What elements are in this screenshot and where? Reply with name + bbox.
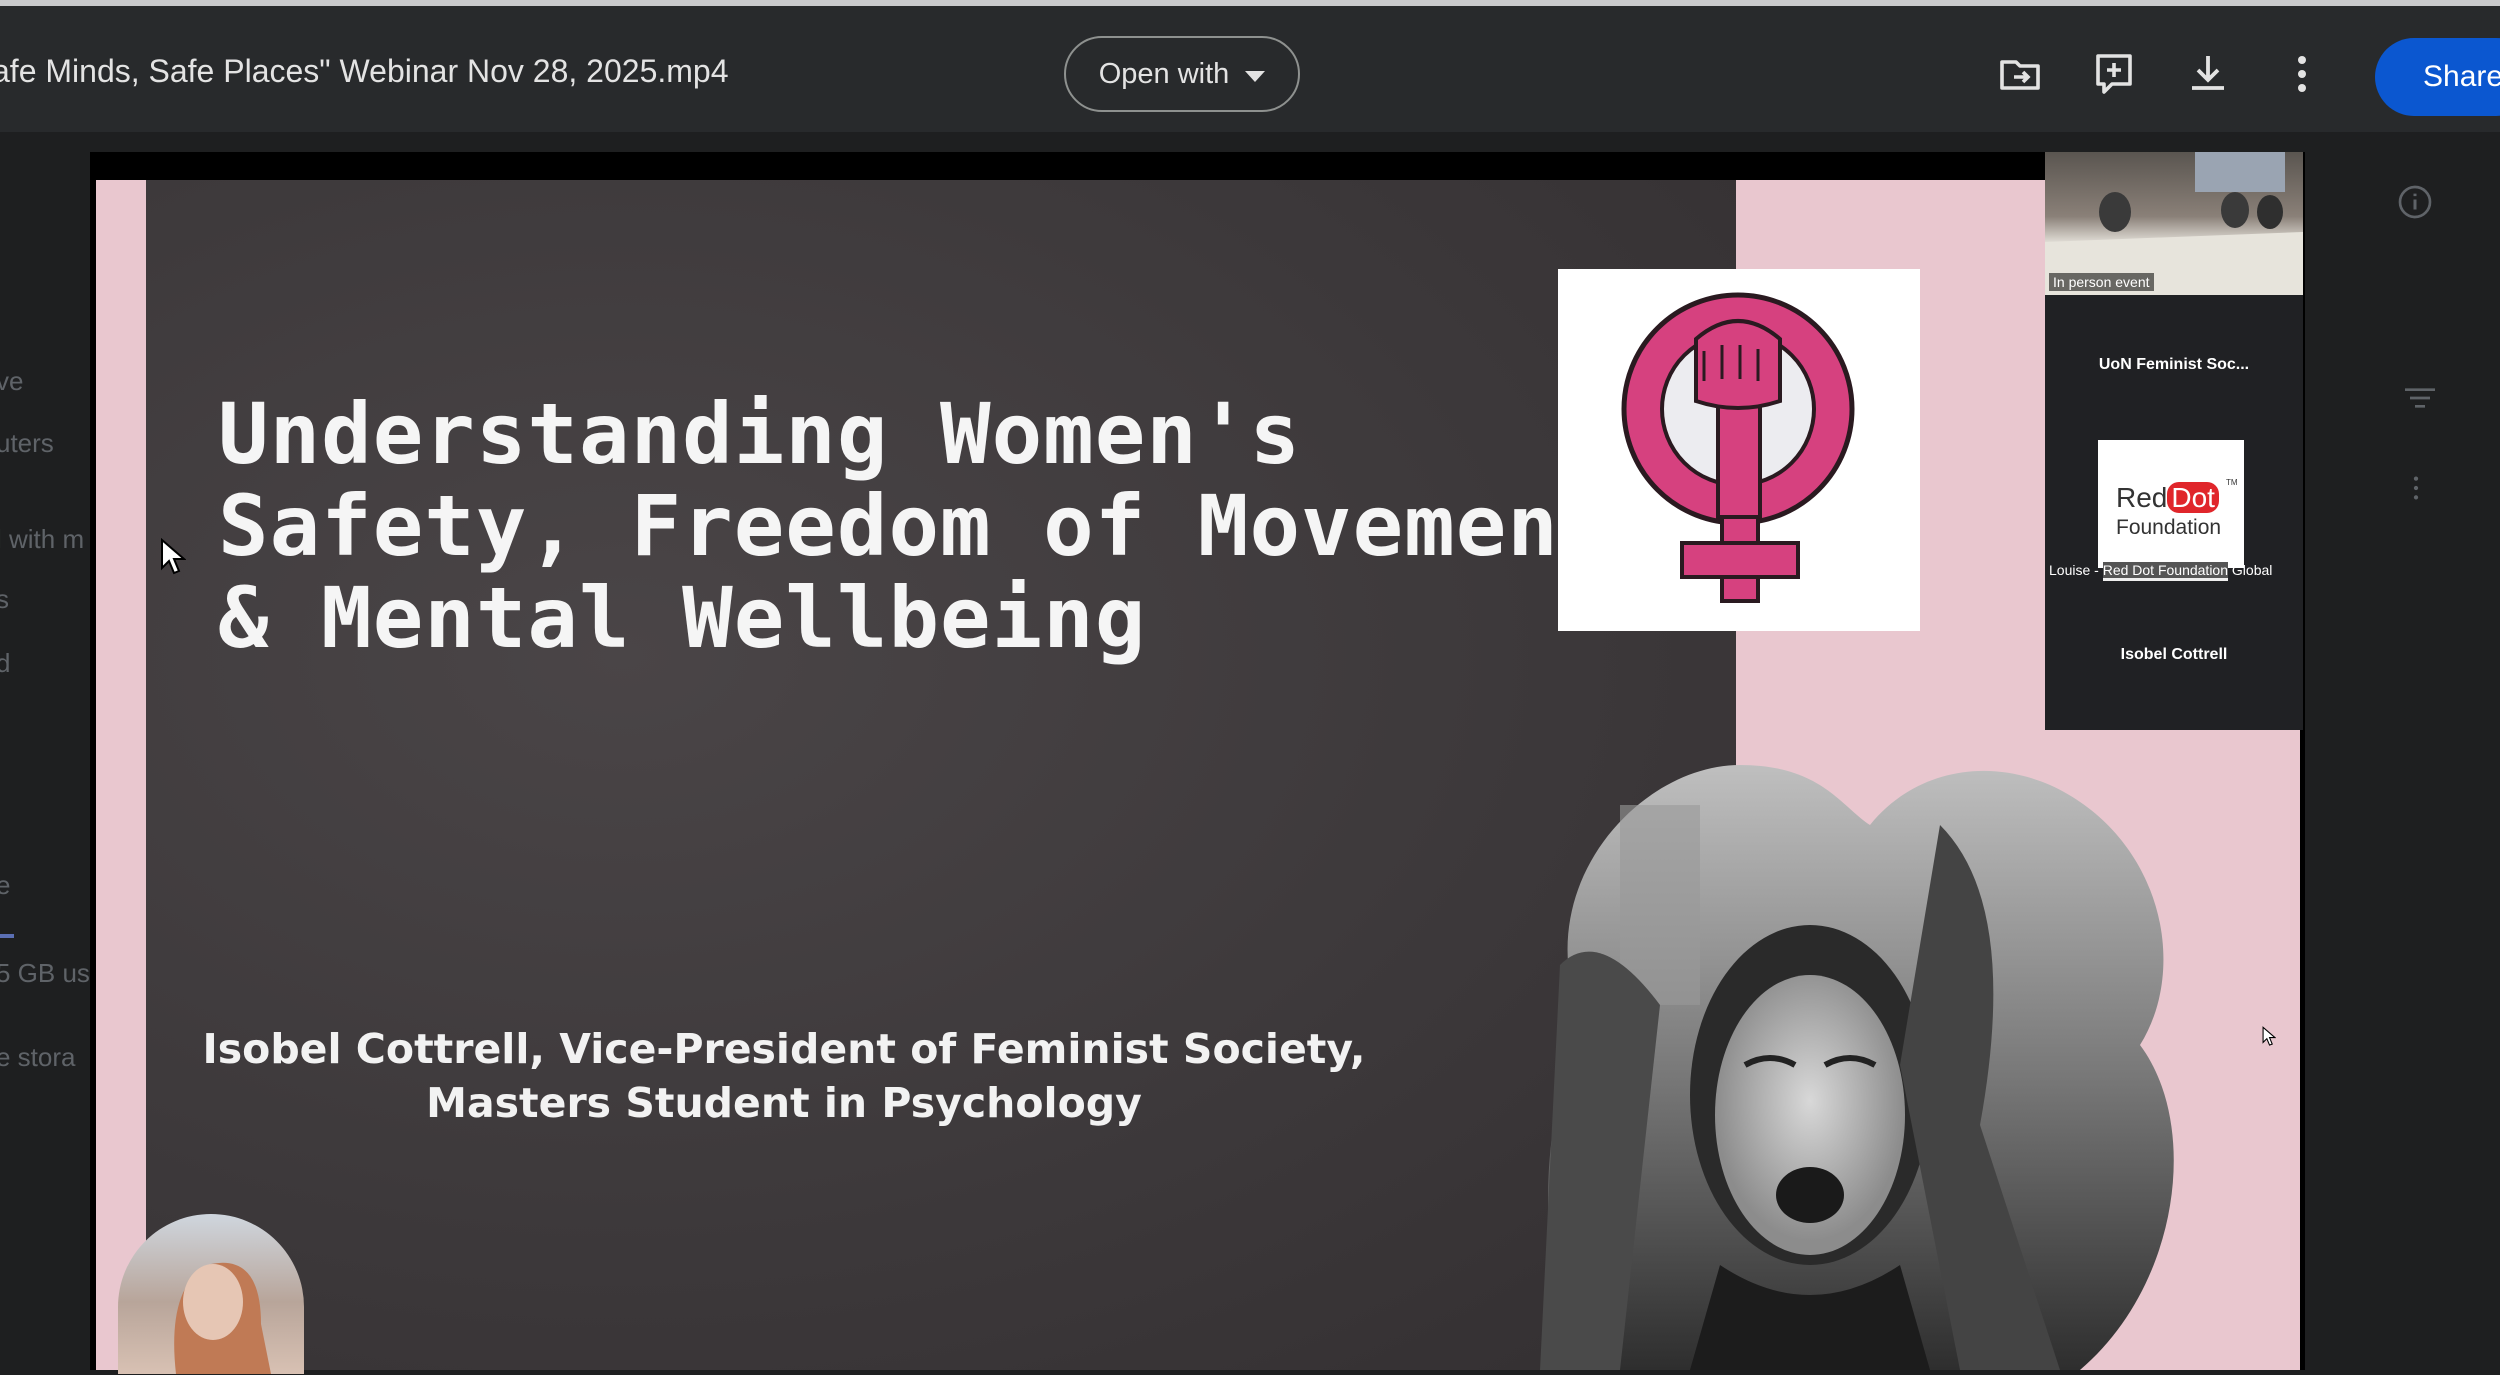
participant-name: UoN Feminist Soc... xyxy=(2098,356,2250,373)
logo-text-dot: Dot xyxy=(2167,482,2219,513)
download-icon[interactable] xyxy=(2184,50,2232,98)
logo-text-red: Red xyxy=(2116,482,2168,513)
bg-nav-item: ve xyxy=(0,366,24,396)
logo-trademark: TM xyxy=(2226,478,2238,487)
slide-title: Understanding Women's Safety, Freedom of… xyxy=(218,385,1611,667)
in-person-event-tile: In person event xyxy=(2045,152,2303,295)
bg-nav-item: d xyxy=(0,648,11,678)
get-storage-link: e stora xyxy=(0,1042,76,1072)
share-label: Share xyxy=(2423,60,2500,93)
presentation-slide: Understanding Women's Safety, Freedom of… xyxy=(96,180,2300,1374)
storage-bar xyxy=(0,934,14,938)
viewer-toolbar: afe Minds, Safe Places" Webinar Nov 28, … xyxy=(0,6,2500,132)
tile-caption: In person event xyxy=(2049,273,2154,291)
bg-nav-item: l with m xyxy=(0,524,85,554)
bg-nav-item: uters xyxy=(0,428,54,458)
venus-fist-icon xyxy=(1621,292,1855,603)
bg-nav-item: s xyxy=(0,584,9,614)
bg-nav-item: e xyxy=(0,870,11,900)
slide-dark-panel xyxy=(146,180,1736,1370)
file-title: afe Minds, Safe Places" Webinar Nov 28, … xyxy=(0,53,729,89)
mouse-cursor-icon xyxy=(161,538,186,575)
mouse-cursor-icon xyxy=(2262,1026,2276,1046)
participant-name: Louise - Red Dot Foundation Global xyxy=(2045,562,2303,581)
feminist-symbol-logo xyxy=(1558,269,1920,631)
participant-name: Isobel Cottrell xyxy=(2120,646,2228,663)
chevron-down-icon xyxy=(1245,70,1266,82)
participant-sidebar: In person event UoN Feminist Soc... Red D… xyxy=(2045,152,2303,730)
share-button[interactable]: Share xyxy=(2375,38,2500,116)
protester-photo xyxy=(1520,765,2180,1370)
open-with-label: Open with xyxy=(1098,57,1230,90)
subtitle-line-2: Masters Student in Psychology xyxy=(426,1079,1142,1127)
sort-icon xyxy=(2405,388,2435,408)
video-player[interactable]: Understanding Women's Safety, Freedom of… xyxy=(90,152,2305,1374)
move-to-folder-icon[interactable] xyxy=(1996,50,2044,98)
info-icon xyxy=(2398,185,2432,219)
more-vert-icon[interactable] xyxy=(2278,50,2326,98)
logo-text-foundation: Foundation xyxy=(2116,516,2222,539)
subtitle-line-1: Isobel Cottrell, Vice-President of Femin… xyxy=(202,1025,1366,1073)
slide-subtitle: Isobel Cottrell, Vice-President of Femin… xyxy=(184,1022,1384,1130)
add-to-drive-icon[interactable] xyxy=(2090,50,2138,98)
storage-usage: 5 GB us xyxy=(0,958,90,988)
red-dot-foundation-logo: Red Dot TM Foundation xyxy=(2098,440,2244,568)
more-vert-icon xyxy=(2413,476,2419,500)
open-with-button[interactable]: Open with xyxy=(1064,36,1300,112)
